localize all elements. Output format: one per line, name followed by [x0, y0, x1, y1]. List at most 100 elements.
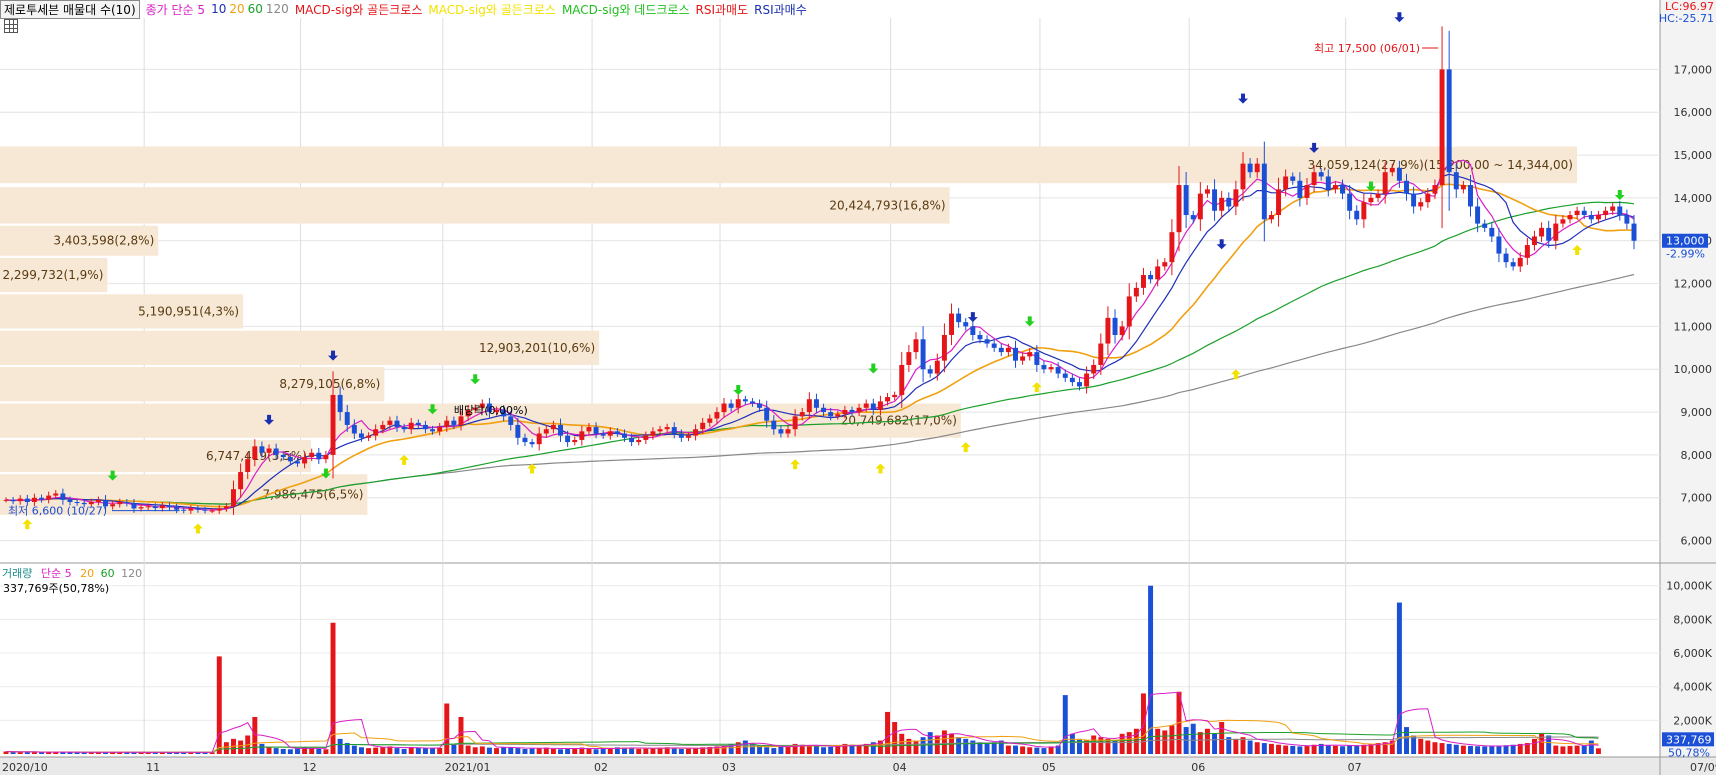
chart-legend: 제로투세븐 매물대 수(10) 종가 단순 5 10 20 60 120 MAC…: [0, 0, 813, 19]
volume-bar: [686, 748, 691, 754]
x-tick-label: 02: [594, 761, 608, 774]
candle-body: [74, 502, 80, 504]
volume-bar: [472, 747, 478, 754]
volume-bar: [764, 747, 770, 754]
candle-body: [430, 429, 436, 432]
y-tick-label: 7,000: [1681, 492, 1713, 505]
candle-body: [1375, 193, 1381, 198]
volume-bar: [1347, 745, 1353, 754]
candle-body: [209, 510, 215, 512]
candle-body: [1361, 202, 1367, 220]
volume-bar: [828, 746, 834, 754]
volume-bar: [309, 748, 315, 754]
volume-bar: [1468, 745, 1473, 754]
candle-body: [792, 416, 798, 430]
volume-profile-label: 7,986,475(6,5%): [262, 488, 363, 502]
candle-body: [1631, 223, 1637, 241]
volume-bar: [1062, 695, 1068, 754]
candle-body: [202, 509, 208, 511]
candle-body: [167, 505, 172, 508]
candle-body: [138, 507, 144, 509]
candle-body: [1396, 167, 1402, 181]
candle-body: [1098, 343, 1104, 365]
candle-body: [600, 433, 606, 436]
volume-bar: [216, 656, 222, 754]
candle-body: [17, 498, 23, 502]
candle-body: [231, 489, 236, 507]
candle-body: [238, 472, 244, 490]
candle-body: [863, 403, 869, 408]
volume-ma60: 60: [100, 567, 115, 580]
ma10-legend: 10: [211, 2, 227, 16]
candle-body: [963, 322, 969, 327]
candle-body: [927, 369, 933, 374]
y-tick-label: 9,000: [1681, 406, 1713, 419]
candle-body: [181, 509, 187, 511]
candle-body: [913, 339, 919, 353]
candle-body: [1624, 215, 1630, 224]
candle-body: [849, 409, 855, 413]
candle-body: [1468, 185, 1473, 207]
candle-body: [1183, 185, 1189, 216]
candle-body: [934, 360, 940, 374]
candle-body: [650, 431, 656, 436]
candle-body: [920, 339, 926, 370]
volume-tick-label: 10,000K: [1666, 580, 1712, 593]
candle-body: [622, 433, 627, 438]
candle-body: [856, 407, 862, 413]
candle-body: [302, 457, 308, 464]
candle-body: [1524, 245, 1530, 258]
volume-bar: [1212, 733, 1218, 754]
candle-body: [380, 424, 386, 430]
y-tick-label: 16,000: [1674, 106, 1713, 119]
candle-body: [394, 420, 400, 428]
candle-body: [1276, 189, 1282, 216]
volume-bar: [1219, 722, 1225, 754]
volume-bar: [515, 748, 521, 754]
candle-body: [53, 493, 59, 496]
candle-body: [1155, 266, 1161, 280]
volume-bar: [1553, 745, 1559, 754]
candle-body: [1140, 275, 1146, 288]
candle-body: [1112, 317, 1118, 335]
candle-body: [728, 403, 734, 408]
table-grid-icon[interactable]: [4, 19, 18, 33]
candle-body: [1283, 176, 1289, 190]
volume-bar: [1332, 745, 1338, 754]
candle-body: [351, 424, 357, 434]
candle-body: [1418, 202, 1424, 207]
candle-body: [1048, 367, 1054, 370]
candle-body: [678, 433, 684, 438]
volume-bar: [913, 740, 919, 754]
volume-bar: [593, 749, 599, 754]
volume-bar: [1027, 747, 1033, 754]
volume-ma-label: 단순 5: [40, 567, 72, 580]
candle-body: [664, 427, 670, 430]
x-tick-label: 2020/10: [2, 761, 48, 774]
candle-body: [373, 429, 379, 436]
y-tick-label: 17,000: [1674, 63, 1713, 76]
candle-body: [1603, 210, 1609, 216]
volume-bar: [984, 743, 990, 754]
candle-body: [778, 429, 784, 434]
candle-body: [458, 416, 464, 425]
candle-body: [1340, 185, 1346, 194]
volume-bar: [1340, 746, 1346, 754]
volume-profile-label: 8,279,105(6,8%): [279, 377, 380, 391]
candle-body: [366, 435, 372, 438]
candle-body: [657, 429, 663, 432]
stock-chart[interactable]: 6,000 7,000 8,000 9,000 10,000 11,000 12,000 13…: [0, 0, 1716, 775]
candle-body: [1290, 176, 1296, 181]
volume-bar: [963, 738, 969, 754]
x-tick-label: 06: [1191, 761, 1205, 774]
chart-title[interactable]: 제로투세븐 매물대 수(10): [0, 0, 140, 19]
candle-body: [508, 416, 514, 425]
last-price-label: 13,000: [1666, 235, 1705, 248]
candle-body: [977, 334, 983, 340]
volume-ma120: 120: [121, 567, 143, 580]
y-tick-label: 15,000: [1674, 149, 1713, 162]
candle-body: [437, 427, 443, 432]
candle-body: [998, 347, 1004, 353]
candle-body: [949, 313, 954, 335]
volume-bar: [1247, 740, 1253, 754]
